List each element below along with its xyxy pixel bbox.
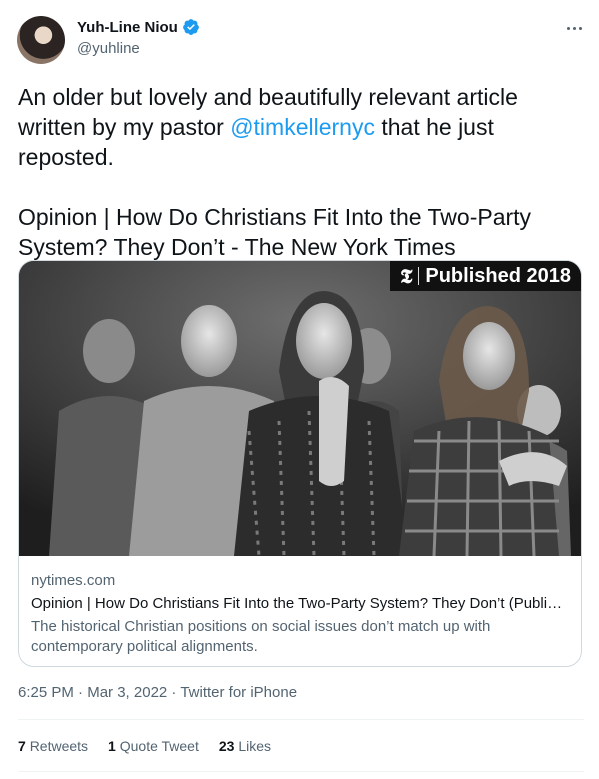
- link-card[interactable]: 𝕿 Published 2018 nytimes.com Opinion | H…: [18, 260, 582, 667]
- tweet-source[interactable]: Twitter for iPhone: [180, 684, 297, 701]
- more-options-icon[interactable]: [563, 18, 585, 38]
- tweet-text: An older but lovely and beautifully rele…: [18, 82, 588, 262]
- display-name[interactable]: Yuh-Line Niou: [77, 19, 178, 36]
- card-body: nytimes.com Opinion | How Do Christians …: [31, 571, 571, 657]
- article-photo: 𝕿 Published 2018: [19, 261, 581, 556]
- article-photo-illustration: [19, 261, 581, 556]
- tweet-time[interactable]: 6:25 PM: [18, 684, 74, 701]
- badge-separator: [418, 267, 420, 285]
- card-domain: nytimes.com: [31, 572, 116, 589]
- divider: [18, 771, 584, 772]
- handle[interactable]: @yuhline: [77, 40, 140, 57]
- quote-tweets-stat[interactable]: 1 Quote Tweet: [108, 738, 199, 754]
- mention-link[interactable]: @timkellernyc: [230, 114, 375, 140]
- meta-separator: ·: [167, 684, 181, 701]
- likes-label: Likes: [238, 738, 272, 754]
- card-title: Opinion | How Do Christians Fit Into the…: [31, 595, 563, 612]
- divider: [18, 719, 584, 720]
- likes-count: 23: [218, 738, 235, 754]
- quotes-count: 1: [108, 738, 116, 754]
- engagement-stats: 7 Retweets 1 Quote Tweet 23 Likes: [18, 738, 271, 754]
- avatar[interactable]: [17, 16, 65, 64]
- timestamp-row: 6:25 PM · Mar 3, 2022 · Twitter for iPho…: [18, 684, 297, 701]
- published-badge: 𝕿 Published 2018: [390, 261, 581, 291]
- retweets-label: Retweets: [29, 738, 89, 754]
- retweets-count: 7: [18, 738, 26, 754]
- likes-stat[interactable]: 23 Likes: [219, 738, 271, 754]
- quotes-label: Quote Tweet: [119, 738, 199, 754]
- card-description: The historical Christian positions on so…: [31, 618, 491, 655]
- nyt-logo-icon: 𝕿: [400, 264, 413, 288]
- meta-separator: ·: [73, 684, 88, 701]
- verified-badge-icon: [182, 19, 199, 35]
- retweets-stat[interactable]: 7 Retweets: [18, 738, 88, 754]
- tweet-date[interactable]: Mar 3, 2022: [87, 684, 167, 701]
- author-name-row: Yuh-Line Niou: [77, 18, 200, 36]
- badge-text: Published 2018: [425, 264, 571, 287]
